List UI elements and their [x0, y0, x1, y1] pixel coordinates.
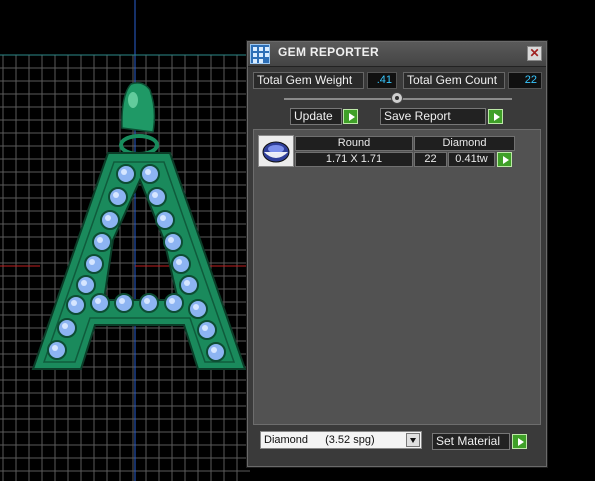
save-report-button[interactable]: Save Report: [380, 108, 486, 125]
material-select[interactable]: Diamond (3.52 spg): [260, 431, 422, 449]
total-gem-weight-value: .41: [367, 72, 397, 89]
gem-highlight: [89, 259, 95, 265]
gem-highlight: [71, 300, 77, 306]
gem-size-cell: 1.71 X 1.71: [295, 152, 413, 167]
total-gem-weight-label: Total Gem Weight: [253, 72, 364, 89]
set-material-go-arrow-icon[interactable]: [512, 434, 527, 449]
gem-highlight: [81, 280, 87, 286]
gem-highlight: [62, 323, 68, 329]
pendant-jump-ring: [119, 134, 159, 156]
gem-highlight: [202, 325, 208, 331]
title-bar[interactable]: GEM REPORTER ✕: [248, 42, 546, 67]
gem-highlight: [169, 298, 175, 304]
gem-count-cell: 22: [414, 152, 447, 167]
material-gravity: (3.52 spg): [325, 434, 375, 446]
update-button[interactable]: Update: [290, 108, 342, 125]
gem-highlight: [121, 169, 127, 175]
save-report-go-arrow-icon[interactable]: [488, 109, 503, 124]
gem-highlight: [144, 298, 150, 304]
gem-highlight: [168, 237, 174, 243]
pendant-model[interactable]: [31, 82, 247, 370]
gem-highlight: [193, 304, 199, 310]
gem-shape-cell: Round: [295, 136, 413, 151]
gem-weight-cell: 0.41tw: [448, 152, 495, 167]
gem-highlight: [52, 345, 58, 351]
gem-list: Round 1.71 X 1.71 Diamond 22 0.41tw: [253, 129, 541, 425]
total-gem-count-label: Total Gem Count: [403, 72, 505, 89]
gem-material-cell: Diamond: [414, 136, 515, 151]
gem-reporter-panel: GEM REPORTER ✕ Total Gem Weight .41 Tota…: [247, 41, 547, 467]
gem-highlight: [160, 215, 166, 221]
gem-shape-icon[interactable]: [258, 135, 294, 167]
gem-highlight: [95, 298, 101, 304]
gem-highlight: [105, 215, 111, 221]
material-name: Diamond: [264, 434, 309, 446]
gem-highlight: [176, 259, 182, 265]
gem-highlight: [184, 280, 190, 286]
pendant-bail: [121, 82, 156, 133]
set-material-button[interactable]: Set Material: [432, 433, 510, 450]
gem-highlight: [119, 298, 125, 304]
slider-thumb-icon[interactable]: [391, 92, 403, 104]
update-go-arrow-icon[interactable]: [343, 109, 358, 124]
gem-highlight: [152, 192, 158, 198]
gem-highlight: [211, 347, 217, 353]
dropdown-arrow-icon[interactable]: [406, 433, 420, 447]
close-icon[interactable]: ✕: [527, 46, 542, 61]
gem-highlight: [113, 192, 119, 198]
gem-highlight: [145, 169, 151, 175]
gem-row-go-arrow-icon[interactable]: [497, 152, 512, 167]
app-icon: [250, 44, 270, 64]
total-gem-count-value: 22: [508, 72, 542, 89]
window-title: GEM REPORTER: [278, 45, 379, 59]
gem-highlight: [97, 237, 103, 243]
